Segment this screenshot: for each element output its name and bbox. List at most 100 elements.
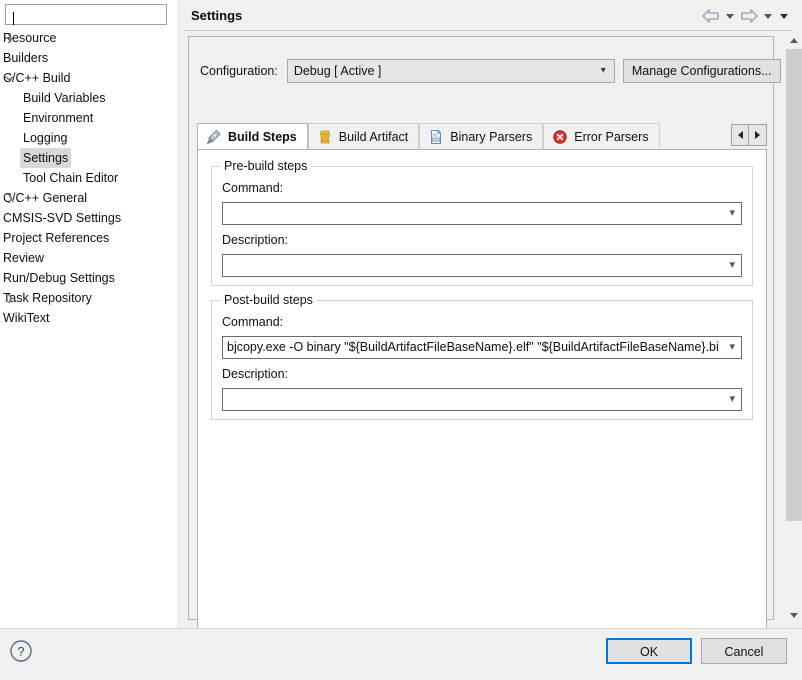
tab-strip: Build Steps Build Artifact 010 Binary Parse… — [197, 123, 660, 149]
post-build-description-value — [227, 389, 719, 410]
help-question-icon[interactable]: ? — [9, 639, 33, 666]
post-build-command-label: Command: — [222, 315, 284, 329]
tree-item-label: Review — [3, 251, 44, 265]
settings-page: Settings Configuration: Debug [ Active ]… — [177, 0, 802, 643]
back-arrow-icon[interactable] — [702, 9, 720, 23]
pre-build-command-value — [227, 203, 719, 224]
tree-item-label: Settings — [20, 148, 72, 168]
configuration-selected-value: Debug [ Active ] — [293, 64, 382, 78]
back-history-chevron-down-icon[interactable] — [726, 13, 734, 19]
dialog-actions: OK Cancel — [606, 638, 787, 664]
view-menu-chevron-down-icon[interactable] — [780, 13, 788, 19]
triangle-left-icon — [737, 131, 743, 139]
tree-item-build-variables[interactable]: Build Variables — [0, 88, 177, 108]
build-steps-tab-panel: Pre-build steps Command: ▾ Description: … — [197, 149, 767, 643]
ok-button[interactable]: OK — [606, 638, 692, 664]
tab-scroll-right-button[interactable] — [749, 124, 767, 146]
tree-item-builders[interactable]: Builders — [0, 48, 177, 68]
tree-item-c-c-build[interactable]: ❯ C/C++ Build — [0, 68, 177, 88]
manage-configurations-button[interactable]: Manage Configurations... — [622, 59, 781, 83]
tab-label: Error Parsers — [574, 129, 649, 144]
svg-text:?: ? — [17, 644, 24, 659]
configuration-label: Configuration: — [200, 64, 278, 78]
tab-label: Build Artifact — [338, 129, 409, 144]
build-steps-icon — [206, 129, 222, 145]
tree-item-label: Run/Debug Settings — [3, 271, 115, 285]
title-separator — [184, 30, 792, 31]
scrollbar-track[interactable] — [786, 521, 802, 607]
svg-text:010: 010 — [432, 137, 441, 143]
post-build-command-value: bjcopy.exe -O binary "${BuildArtifactFil… — [227, 340, 719, 354]
pre-build-description-value — [227, 255, 719, 276]
tab-build-artifact[interactable]: Build Artifact — [307, 123, 420, 149]
tree-item-settings[interactable]: Settings — [0, 148, 177, 168]
page-title: Settings — [191, 8, 243, 23]
chevron-down-icon: ▾ — [600, 65, 606, 76]
chevron-up-icon — [790, 38, 798, 43]
build-artifact-icon — [317, 129, 333, 145]
tree-item-cmsis-svd-settings[interactable]: CMSIS-SVD Settings — [0, 208, 177, 228]
chevron-down-icon: ▾ — [729, 259, 735, 271]
tree-item-review[interactable]: Review — [0, 248, 177, 268]
pre-build-command-label: Command: — [222, 181, 284, 195]
chevron-right-icon[interactable]: ❯ — [0, 28, 20, 48]
cancel-button[interactable]: Cancel — [701, 638, 787, 664]
tree-item-tool-chain-editor[interactable]: Tool Chain Editor — [0, 168, 177, 188]
tree-item-project-references[interactable]: Project References — [0, 228, 177, 248]
page-vertical-scrollbar[interactable] — [786, 32, 802, 624]
post-build-description-combo[interactable]: ▾ — [222, 388, 742, 411]
scrollbar-thumb[interactable] — [786, 49, 802, 521]
triangle-right-icon — [755, 131, 760, 139]
tab-label: Build Steps — [228, 129, 297, 144]
pre-build-command-combo[interactable]: ▾ — [222, 202, 742, 225]
settings-navigation-pane: ❯ Resource Builders ❯ C/C++ Build Build Varia… — [0, 0, 177, 629]
tree-item-run-debug-settings[interactable]: Run/Debug Settings — [0, 268, 177, 288]
chevron-down-icon[interactable]: ❯ — [0, 68, 20, 88]
filter-input[interactable] — [5, 4, 167, 25]
pre-build-steps-group: Pre-build steps Command: ▾ Description: … — [211, 159, 753, 286]
settings-content-box: Configuration: Debug [ Active ] ▾ Manage… — [188, 36, 781, 643]
post-build-description-label: Description: — [222, 367, 288, 381]
tree-item-label: Environment — [23, 111, 94, 125]
chevron-down-icon: ▾ — [729, 207, 735, 219]
chevron-down-icon — [790, 613, 798, 618]
post-build-steps-group-title: Post-build steps — [220, 293, 317, 307]
tree-item-task-repository[interactable]: ❯ Task Repository — [0, 288, 177, 308]
tab-build-steps[interactable]: Build Steps — [197, 123, 308, 149]
filter-field-wrapper — [5, 4, 167, 25]
tree-item-label: Builders — [3, 51, 49, 65]
tree-item-environment[interactable]: Environment — [0, 108, 177, 128]
tree-item-label: Project References — [3, 231, 110, 245]
configuration-row: Configuration: Debug [ Active ] ▾ Manage… — [200, 59, 781, 83]
tree-item-logging[interactable]: Logging — [0, 128, 177, 148]
page-navigation-icons — [702, 9, 790, 23]
chevron-down-icon: ▾ — [729, 393, 735, 405]
binary-parsers-icon: 010 — [428, 129, 444, 145]
scroll-down-button[interactable] — [786, 607, 802, 624]
tree-item-label: CMSIS-SVD Settings — [3, 211, 122, 225]
text-caret — [13, 12, 14, 25]
tree-item-label: Build Variables — [23, 91, 106, 105]
dialog-button-bar: ? OK Cancel — [0, 628, 802, 680]
tree-item-c-c-general[interactable]: ❯ C/C++ General — [0, 188, 177, 208]
tab-error-parsers[interactable]: Error Parsers — [543, 123, 660, 149]
tab-scroll-left-button[interactable] — [731, 124, 749, 146]
pre-build-steps-group-title: Pre-build steps — [220, 159, 312, 173]
tree-item-wikitext[interactable]: WikiText — [0, 308, 177, 328]
forward-history-chevron-down-icon[interactable] — [764, 13, 772, 19]
forward-arrow-icon[interactable] — [740, 9, 758, 23]
tree-item-resource[interactable]: ❯ Resource — [0, 28, 177, 48]
configuration-select[interactable]: Debug [ Active ] ▾ — [286, 59, 615, 83]
chevron-down-icon: ▾ — [729, 341, 735, 353]
preferences-tree: ❯ Resource Builders ❯ C/C++ Build Build Varia… — [0, 28, 177, 328]
pre-build-description-label: Description: — [222, 233, 288, 247]
tab-binary-parsers[interactable]: 010 Binary Parsers — [419, 123, 544, 149]
chevron-right-icon[interactable]: ❯ — [0, 288, 20, 308]
pre-build-description-combo[interactable]: ▾ — [222, 254, 742, 277]
chevron-right-icon[interactable]: ❯ — [0, 188, 20, 208]
tab-bar: Build Steps Build Artifact 010 Binary Parse… — [197, 123, 767, 149]
tab-label: Binary Parsers — [450, 129, 533, 144]
post-build-command-combo[interactable]: bjcopy.exe -O binary "${BuildArtifactFil… — [222, 336, 742, 359]
scroll-up-button[interactable] — [786, 32, 802, 49]
tree-item-label: Tool Chain Editor — [23, 171, 119, 185]
